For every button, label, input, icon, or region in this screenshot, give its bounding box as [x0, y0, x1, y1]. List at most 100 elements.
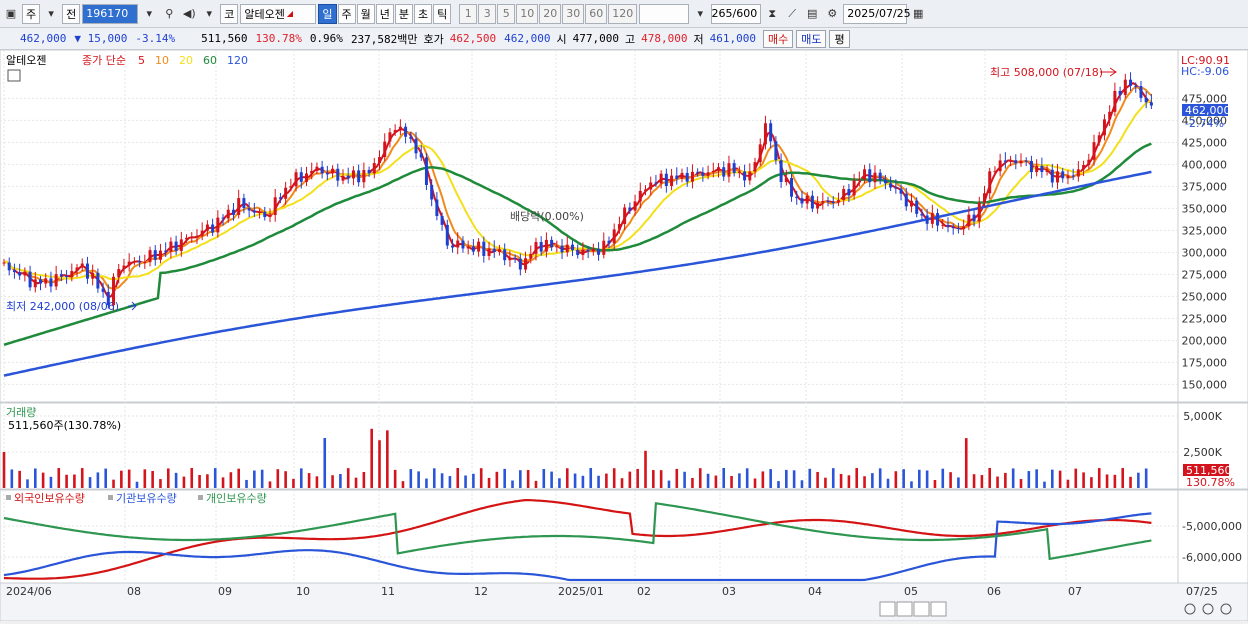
volume-bar: [1144, 468, 1148, 488]
tab-timeframe[interactable]: 일: [318, 3, 337, 24]
chevron-down-icon[interactable]: ▾: [42, 4, 60, 24]
volume-bar: [41, 472, 45, 488]
gear-icon[interactable]: ⚙: [823, 4, 841, 24]
tab-timeframe[interactable]: 초: [414, 3, 433, 24]
chevron-down-icon[interactable]: ▾: [140, 4, 158, 24]
volume-bar: [667, 480, 671, 488]
candle-body: [753, 162, 757, 172]
scroll-right-icon[interactable]: [879, 601, 896, 617]
legend-marker: [108, 495, 113, 500]
candle-body: [675, 175, 679, 179]
candle-body: [638, 190, 642, 202]
candle-body: [304, 173, 308, 182]
chevron-down-icon[interactable]: ▾: [200, 4, 218, 24]
date-input[interactable]: 2025/07/25: [843, 3, 911, 24]
tab-timeframe[interactable]: 년: [375, 3, 394, 24]
chevron-down-icon[interactable]: ▾: [691, 4, 709, 24]
stop-icon[interactable]: [913, 601, 930, 617]
tab-timeframe[interactable]: 월: [356, 3, 375, 24]
sound-icon[interactable]: ◀): [180, 4, 198, 24]
candle-body: [706, 172, 710, 176]
candle-body: [565, 244, 569, 253]
stock-code-input[interactable]: 196170: [82, 3, 139, 24]
table-icon[interactable]: [7, 69, 21, 82]
volume-bar: [299, 468, 303, 488]
window-icon[interactable]: ▣: [2, 4, 20, 24]
candle-body: [524, 258, 528, 270]
candle-body: [388, 132, 392, 142]
save-icon[interactable]: ▤: [803, 4, 821, 24]
first-icon[interactable]: [896, 601, 913, 617]
candle-body: [1040, 165, 1044, 172]
period-select[interactable]: 주: [22, 3, 41, 24]
dividend-annotation: 배당락(0.00%): [510, 210, 584, 223]
volume-bar: [988, 468, 992, 488]
interval-button[interactable]: 120: [608, 3, 638, 24]
volume-bar: [980, 475, 984, 488]
interval-button[interactable]: 30: [562, 3, 585, 24]
candle-body: [143, 262, 147, 264]
volume-bar: [464, 475, 467, 488]
interval-button[interactable]: 5: [497, 3, 516, 24]
custom-interval-input[interactable]: [639, 3, 690, 24]
prev-button[interactable]: 전: [62, 3, 81, 24]
candle-body: [570, 244, 574, 251]
stock-name-field[interactable]: 알테오젠 ◢: [240, 3, 317, 24]
holdings-series-name: 개인보유수량: [206, 492, 267, 505]
candle-body: [795, 196, 799, 199]
bar-count-field[interactable]: 265/600: [711, 3, 762, 24]
volume-bar: [722, 468, 726, 488]
calendar-icon[interactable]: ▦: [909, 4, 927, 24]
candle-body: [315, 166, 319, 171]
draw-line-icon[interactable]: ⟋: [783, 4, 801, 24]
interval-button[interactable]: 1: [459, 3, 478, 24]
tab-timeframe[interactable]: 분: [394, 3, 413, 24]
volume-bar: [871, 473, 874, 488]
interval-button[interactable]: 20: [539, 3, 562, 24]
candle-body: [920, 213, 924, 216]
candle-body: [915, 200, 919, 214]
volume-bar: [1011, 468, 1015, 488]
volume-bar: [182, 476, 186, 488]
volume-bar: [1097, 468, 1101, 488]
sell-button[interactable]: 매도: [796, 29, 827, 48]
candle-body: [591, 248, 595, 252]
volume-bar: [1137, 472, 1140, 488]
volume-bar: [229, 472, 233, 488]
tab-timeframe[interactable]: 틱: [433, 3, 452, 24]
volume-bar: [589, 468, 593, 488]
buy-button[interactable]: 매수: [762, 29, 794, 48]
volume-bar: [268, 481, 272, 488]
ask-price: 462,000: [504, 32, 551, 45]
holdings-tick-label: -5,000,000: [1182, 520, 1242, 533]
candle-body: [200, 230, 204, 236]
eval-button[interactable]: 평: [829, 29, 850, 48]
interval-button[interactable]: 10: [516, 3, 539, 24]
volume-bar: [206, 474, 209, 488]
candle-body: [497, 249, 501, 253]
volume-bar: [925, 470, 929, 488]
volume-bar: [957, 477, 960, 488]
candle-body: [185, 237, 189, 240]
last-icon[interactable]: [930, 601, 947, 617]
chart-area[interactable]: 475,000 450,000 425,000 400,000 375,000 350,0…: [0, 49, 1248, 622]
tab-timeframe[interactable]: 주: [337, 3, 356, 24]
candle-body: [158, 250, 162, 260]
interval-button[interactable]: 3: [478, 3, 497, 24]
stock-chart[interactable]: 475,000450,000425,000400,000375,000350,0…: [0, 49, 1248, 622]
interval-button[interactable]: 60: [585, 3, 608, 24]
volume-bar: [331, 475, 334, 488]
candle-body: [258, 211, 262, 213]
search-icon[interactable]: ⚲: [160, 4, 178, 24]
legend-ma-period: 120: [227, 54, 248, 67]
price-change: ▼ 15,000: [74, 32, 128, 45]
candle-body: [982, 193, 986, 203]
volume-tick-label: 5,000K: [1183, 410, 1222, 423]
volume-bar: [127, 469, 131, 488]
candle-icon[interactable]: ⧗: [763, 4, 781, 24]
timeframe-tabs: 일주월년분초틱: [318, 3, 452, 24]
x-axis-label: 11: [381, 585, 395, 598]
candle-body: [878, 172, 882, 181]
x-axis-label: 04: [808, 585, 822, 598]
candle-body: [12, 270, 16, 273]
